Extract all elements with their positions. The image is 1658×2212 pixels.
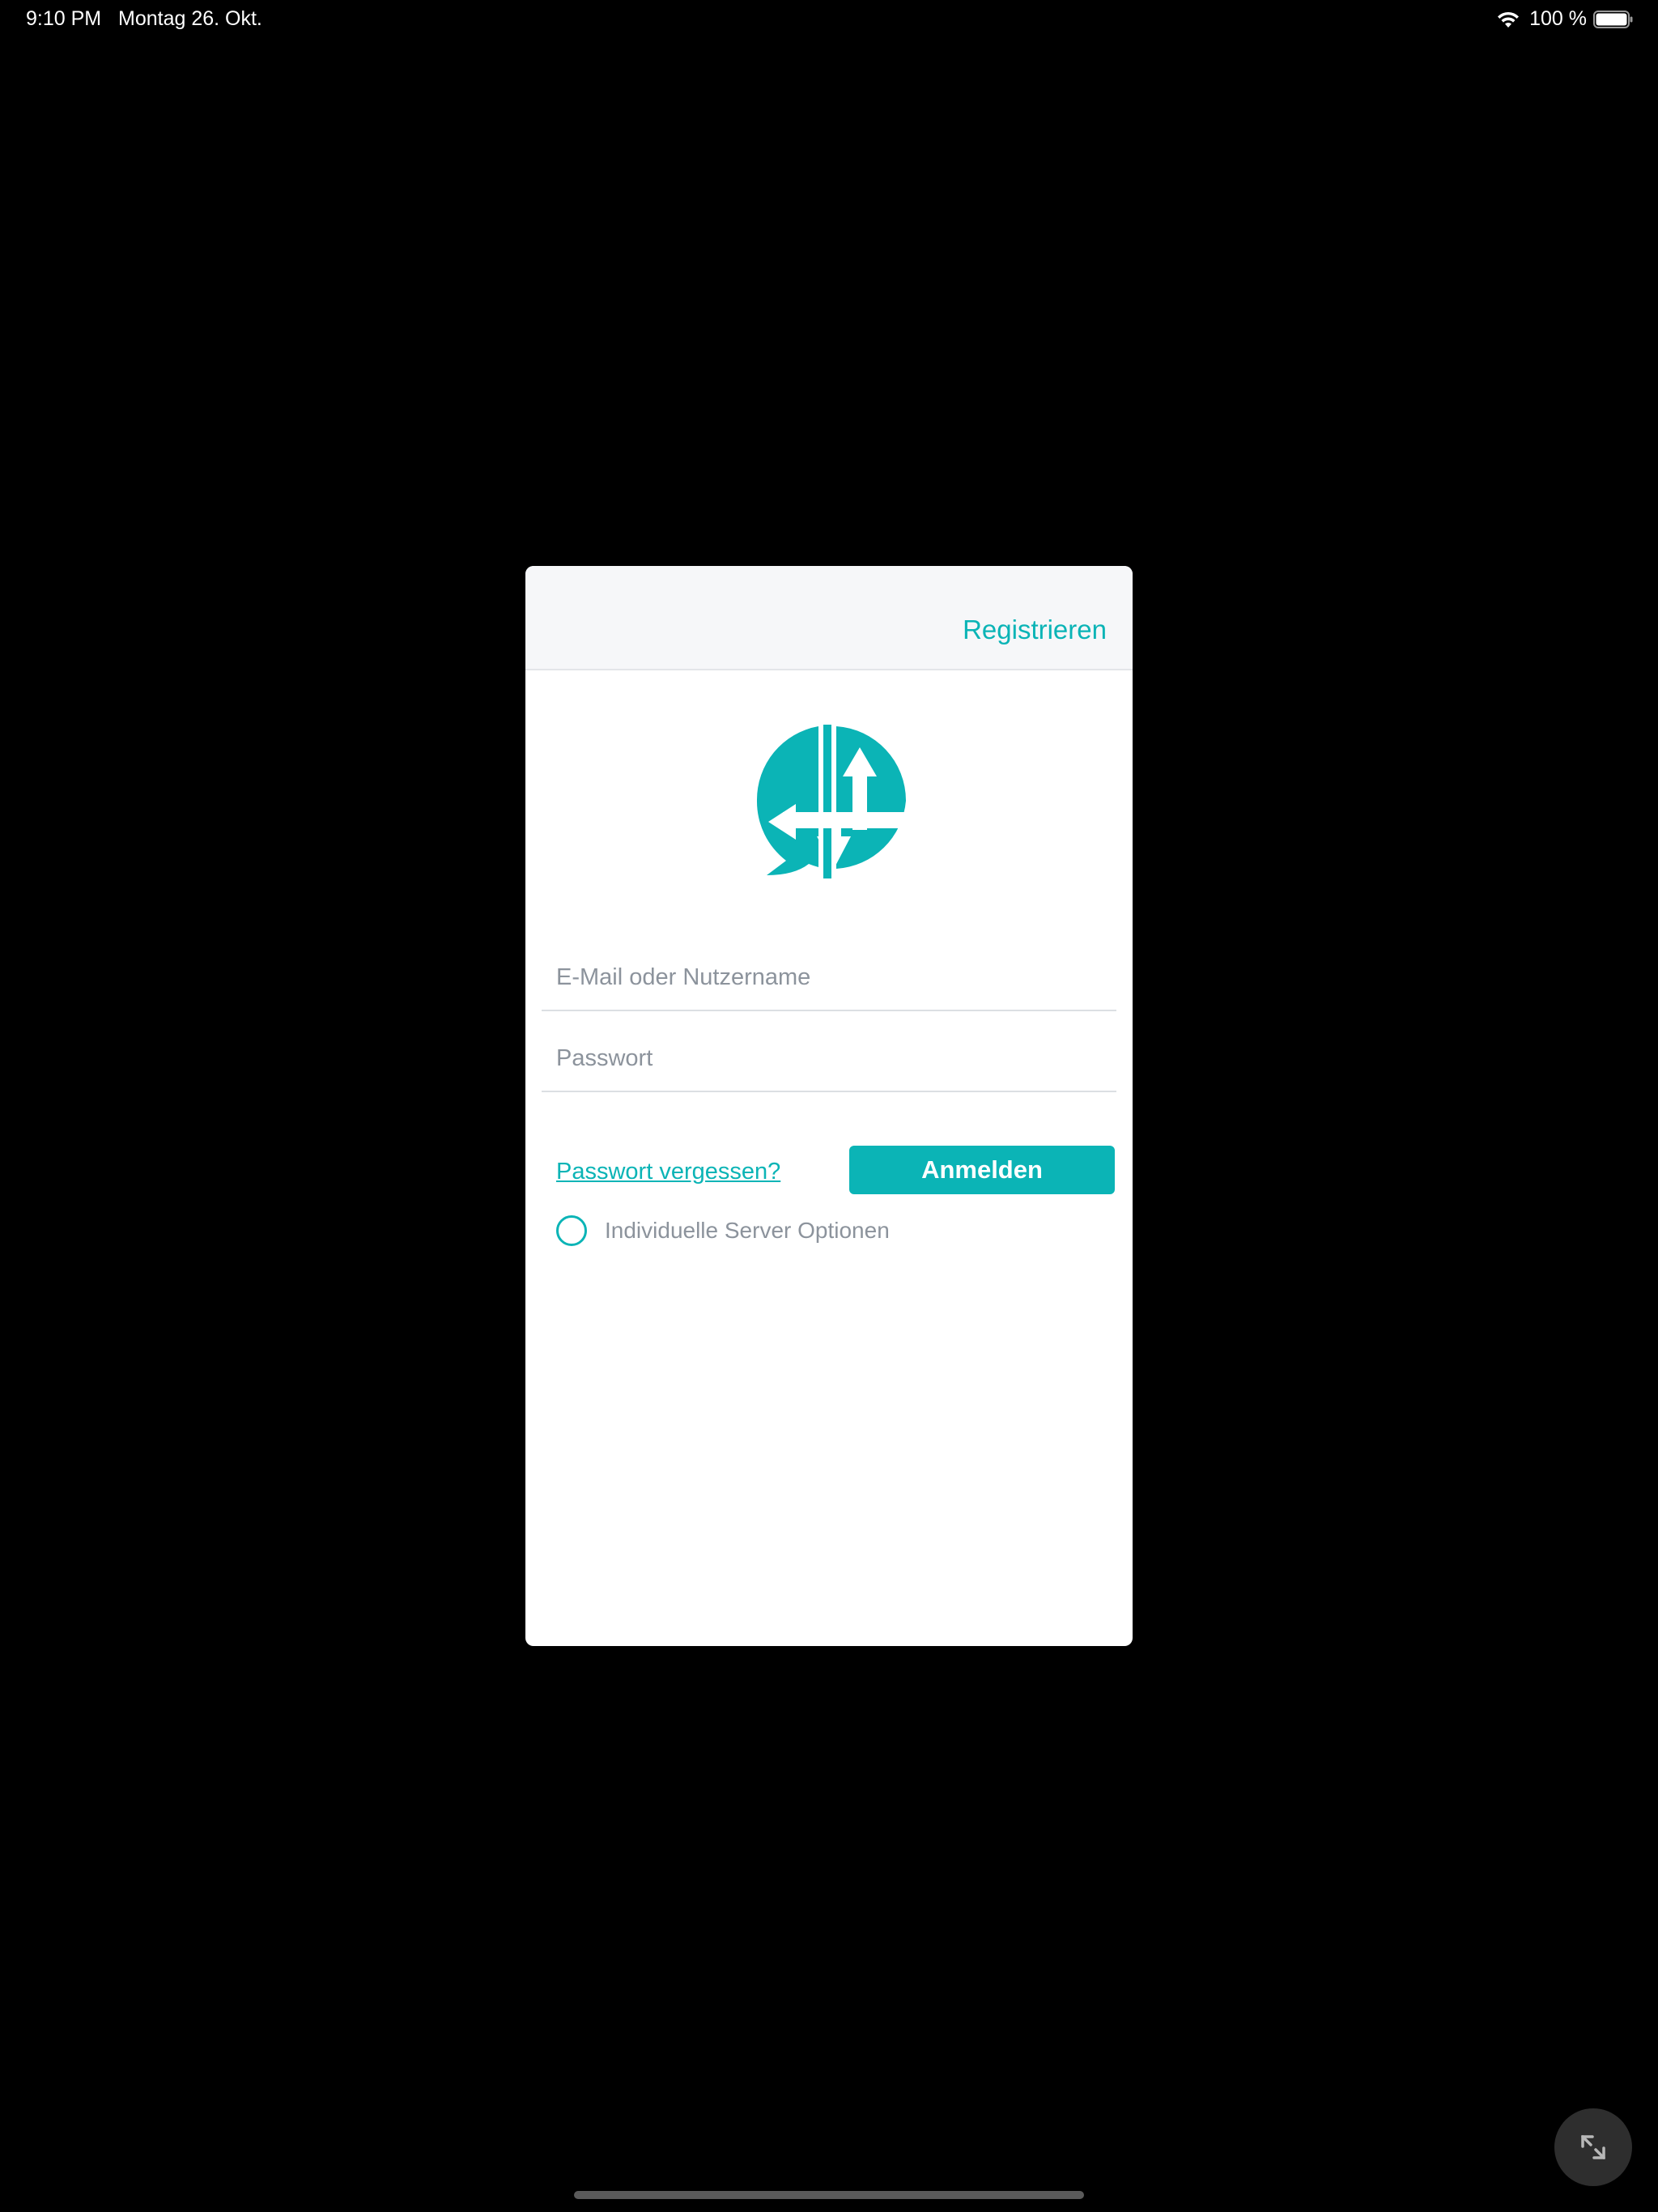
- forgot-password-link[interactable]: Passwort vergessen?: [556, 1159, 780, 1185]
- email-input[interactable]: [555, 963, 1108, 992]
- password-field: [542, 1011, 1116, 1092]
- app-logo-icon: [756, 725, 908, 878]
- battery-percentage: 100 %: [1529, 7, 1587, 30]
- status-indicators: 100 %: [1495, 7, 1634, 31]
- wifi-icon: [1498, 11, 1520, 28]
- radio-button[interactable]: [556, 1215, 587, 1246]
- server-options-toggle[interactable]: Individuelle Server Optionen: [556, 1215, 890, 1246]
- screen: 9:10 PM Montag 26. Okt. 100 % Registrier…: [0, 0, 1658, 2212]
- battery-icon: [1593, 10, 1633, 28]
- status-bar: 9:10 PM Montag 26. Okt. 100 %: [0, 0, 1658, 40]
- expand-button[interactable]: [1554, 2108, 1632, 2186]
- login-button[interactable]: Anmelden: [849, 1146, 1115, 1194]
- status-time: 9:10 PM: [26, 7, 102, 30]
- server-options-label: Individuelle Server Optionen: [605, 1218, 890, 1243]
- password-input[interactable]: [555, 1044, 1108, 1073]
- home-indicator[interactable]: [574, 2191, 1084, 2199]
- expand-arrows-icon: [1581, 2135, 1605, 2159]
- modal-header: Registrieren: [525, 566, 1133, 670]
- register-link[interactable]: Registrieren: [963, 615, 1107, 645]
- status-date: Montag 26. Okt.: [118, 7, 262, 30]
- email-field: [542, 930, 1116, 1011]
- login-modal: Registrieren E-Mail oder Nutzername Pass…: [525, 566, 1133, 1646]
